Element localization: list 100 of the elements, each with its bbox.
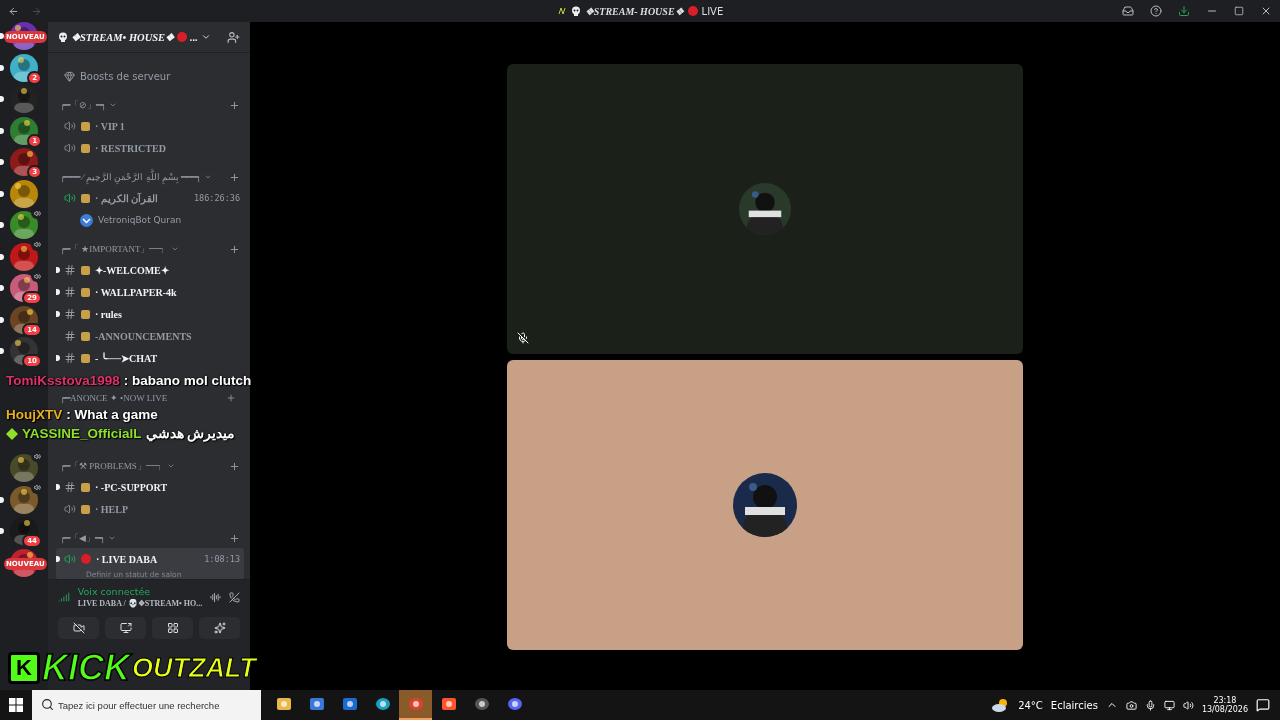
add-channel-icon[interactable] <box>226 393 236 403</box>
hash-icon <box>64 330 76 342</box>
hash-icon <box>64 352 76 364</box>
sidebar-item[interactable]: Boosts de serveur <box>56 65 244 87</box>
app-icon <box>440 696 457 712</box>
channel-item[interactable]: · VIP 1 <box>56 115 244 137</box>
video-tile[interactable] <box>507 360 1023 650</box>
emoji-icon <box>81 265 90 275</box>
server-name[interactable]: ❖STREAM• HOUSE❖ <box>71 31 175 43</box>
add-channel-icon[interactable] <box>229 171 240 183</box>
chat-username: TomiKsstova1998 <box>6 373 120 389</box>
activities-button[interactable] <box>152 617 193 639</box>
logo-text: KICK <box>41 648 130 688</box>
emoji-icon <box>81 482 90 492</box>
video-tile[interactable] <box>507 64 1023 354</box>
screen-share-button[interactable] <box>105 617 146 639</box>
sparkles-icon <box>213 622 226 634</box>
chevron-icon[interactable] <box>200 32 211 42</box>
help-icon[interactable] <box>1150 5 1162 17</box>
category-label[interactable]: ┍━「⊘」━┑ <box>60 98 106 112</box>
channel-item[interactable]: ✦-WELCOME✦ <box>56 259 244 281</box>
emoji-icon <box>81 143 90 153</box>
category-label[interactable]: ┍━「⚒ PROBLEMS」━┑ <box>60 459 164 473</box>
clock[interactable]: 23:18 13/08/2026 <box>1201 696 1248 714</box>
microphone-icon[interactable] <box>1144 699 1156 711</box>
category-label[interactable]: ┍━ANONCE ✦ •NOW LIVE <box>60 393 168 403</box>
channel-item[interactable]: · LIVE DABA 1:08:13 <box>56 548 244 570</box>
bot-avatar-icon <box>80 213 93 227</box>
weather-label: Eclaircies <box>1050 699 1098 711</box>
search-icon <box>41 698 54 711</box>
app-icon <box>308 696 325 712</box>
emoji-icon <box>81 193 90 203</box>
duration: 186:26:36 <box>193 193 240 203</box>
live-dot-icon <box>177 32 188 42</box>
chevron-icon <box>166 462 175 470</box>
channel-item[interactable]: · HELP <box>56 498 244 520</box>
maximize-icon[interactable] <box>1234 6 1244 16</box>
camera-off-icon <box>72 622 85 634</box>
add-channel-icon[interactable] <box>229 243 240 255</box>
download-icon[interactable] <box>1178 5 1190 17</box>
category-label[interactable]: ┍━「◀」━┑ <box>60 531 105 545</box>
channel-item[interactable]: · WALLPAPER-4k <box>56 281 244 303</box>
diamond-icon <box>6 428 18 440</box>
waveform-icon[interactable] <box>210 590 222 604</box>
channel-item[interactable]: · RESTRICTED <box>56 137 244 159</box>
emoji-icon <box>81 309 90 319</box>
camera-off-button[interactable] <box>58 617 99 639</box>
close-icon[interactable] <box>1260 5 1272 17</box>
back-icon[interactable] <box>8 5 19 17</box>
app-icon <box>506 696 523 712</box>
inbox-icon[interactable] <box>1122 5 1134 17</box>
category-label[interactable]: ┍━「 ★IMPORTANT」━┑ <box>60 242 168 256</box>
recording-icon <box>81 554 91 564</box>
channel-item[interactable]: - ╰──➤CHAT <box>56 347 244 369</box>
hash-icon <box>64 308 76 320</box>
channel-item[interactable]: -ANNOUNCEMENTS <box>56 325 244 347</box>
network-icon[interactable] <box>1163 699 1175 711</box>
camera-icon[interactable] <box>1125 699 1137 711</box>
voice-location[interactable]: LIVE DABA / 💀❖STREAM• HO... <box>77 599 203 608</box>
add-channel-icon[interactable] <box>229 460 240 472</box>
signal-icon <box>58 590 70 604</box>
windows-icon[interactable] <box>9 698 23 712</box>
channel-item[interactable]: · rules <box>56 303 244 325</box>
live-dot-icon <box>687 6 698 16</box>
add-channel-icon[interactable] <box>229 532 240 544</box>
app-icon <box>473 696 490 712</box>
chat-username: HoujXTV <box>6 407 63 423</box>
hash-icon <box>64 481 76 493</box>
skull-icon <box>570 6 581 16</box>
add-channel-icon[interactable] <box>229 99 240 111</box>
logo-text: OUTZALT <box>131 652 256 684</box>
soundboard-button[interactable] <box>199 617 240 639</box>
duration: 1:08:13 <box>204 554 240 564</box>
chat-text: : What a game <box>66 407 158 423</box>
chat-text: ميديرش هدشي <box>145 426 236 442</box>
window-title: ❖STREAM- HOUSE❖ <box>584 5 684 17</box>
channel-item[interactable]: · -PC-SUPPORT <box>56 476 244 498</box>
app-icon <box>341 696 358 712</box>
disconnect-icon[interactable] <box>229 590 240 604</box>
logo-badge: K <box>8 652 40 684</box>
gem-icon <box>64 70 75 82</box>
app-icon <box>275 696 292 712</box>
skull-icon <box>58 32 68 42</box>
notifications-icon[interactable] <box>1256 698 1270 712</box>
voice-user-name[interactable]: VetroniqBot Quran <box>98 215 182 225</box>
chevron-icon <box>204 173 212 181</box>
screen-share-icon <box>119 622 132 634</box>
invite-icon[interactable] <box>227 30 240 44</box>
emoji-icon <box>81 504 90 514</box>
mic-off-icon <box>517 332 529 344</box>
app-icon <box>407 696 424 712</box>
chevron-icon <box>170 245 179 253</box>
emoji-icon <box>81 121 90 131</box>
voice-status[interactable]: Voix connectée <box>77 586 203 597</box>
hash-icon <box>64 264 76 276</box>
chat-username: YASSINE_OfficialL <box>22 426 142 442</box>
app-icon <box>374 696 391 712</box>
volume-icon[interactable] <box>1182 699 1194 711</box>
chevron-icon <box>108 534 116 542</box>
search-field[interactable]: Tapez ici pour effectuer une recherche <box>32 690 261 720</box>
